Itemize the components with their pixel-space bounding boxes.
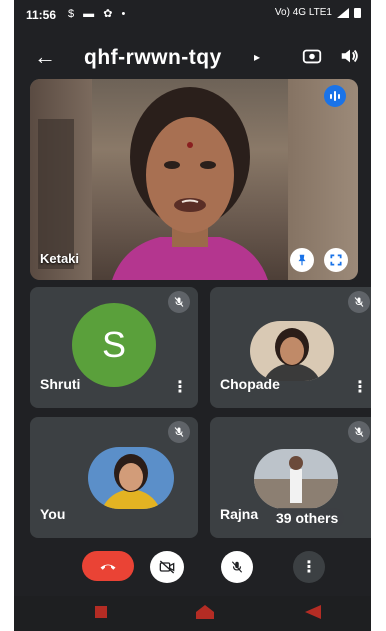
participant-tile[interactable]: You (30, 417, 198, 538)
background-door-panel (38, 119, 74, 269)
participant-tile[interactable]: S Shruti ⋮ (30, 287, 198, 408)
participant-tile[interactable]: Rajna 39 others (210, 417, 371, 538)
mic-off-icon (168, 421, 190, 443)
status-right: Vo) 4G LTE1 (275, 7, 361, 18)
pin-icon (298, 254, 306, 266)
participant-name: Chopade (220, 376, 280, 392)
avatar (254, 449, 338, 509)
meeting-code[interactable]: qhf-rwwn-tqy (84, 46, 222, 70)
camera-toggle-button[interactable] (150, 551, 184, 583)
end-call-button[interactable] (82, 551, 134, 581)
avatar (88, 447, 174, 509)
participant-name: You (40, 506, 66, 522)
avatar (250, 321, 334, 381)
mic-off-icon (231, 561, 243, 573)
call-end-icon (100, 564, 116, 570)
avatar: S (72, 303, 156, 387)
speaking-indicator-icon (324, 85, 346, 107)
more-vert-icon: ⋮ (301, 559, 317, 576)
fullscreen-icon (330, 254, 342, 266)
back-icon[interactable] (305, 605, 321, 619)
main-speaker-name: Ketaki (40, 251, 80, 266)
battery-icon (354, 7, 361, 18)
more-vert-icon[interactable]: ⋮ (352, 380, 368, 396)
more-options-button[interactable]: ⋮ (293, 551, 325, 583)
mic-off-icon (348, 421, 370, 443)
navigation-bar (14, 596, 371, 631)
back-arrow-icon[interactable]: ← (34, 44, 56, 70)
participant-tile[interactable]: Chopade ⋮ (210, 287, 371, 408)
mic-off-icon (348, 291, 370, 313)
others-count-badge[interactable]: 39 others (270, 508, 345, 528)
status-time: 11:56 (26, 8, 57, 22)
more-vert-icon[interactable]: ⋮ (172, 380, 188, 396)
status-bar: 11:56 $ ▬ ✿ • Vo) 4G LTE1 (14, 0, 371, 30)
speaker-video (112, 87, 268, 280)
speaker-icon[interactable] (339, 45, 361, 67)
main-speaker-tile[interactable]: Ketaki (30, 79, 358, 280)
mic-off-icon (168, 291, 190, 313)
signal-icon (337, 7, 349, 18)
participant-name: Rajna (220, 506, 259, 522)
pin-button[interactable] (290, 248, 314, 272)
microphone-toggle-button[interactable] (221, 551, 253, 583)
videocam-off-icon (159, 560, 175, 574)
chevron-right-icon[interactable]: ▸ (254, 50, 260, 64)
meet-screen: 11:56 $ ▬ ✿ • Vo) 4G LTE1 ← qhf-rwwn-tqy… (14, 0, 371, 631)
call-controls: ⋮ (14, 551, 371, 591)
switch-camera-icon[interactable] (301, 45, 323, 67)
fullscreen-button[interactable] (324, 248, 348, 272)
recents-icon[interactable] (95, 606, 107, 618)
top-bar: ← qhf-rwwn-tqy ▸ (14, 38, 371, 78)
notification-icons: $ ▬ ✿ • (68, 8, 129, 20)
signal-text: Vo) 4G LTE1 (274, 7, 332, 18)
participant-name: Shruti (40, 376, 81, 392)
home-icon[interactable] (196, 605, 214, 619)
